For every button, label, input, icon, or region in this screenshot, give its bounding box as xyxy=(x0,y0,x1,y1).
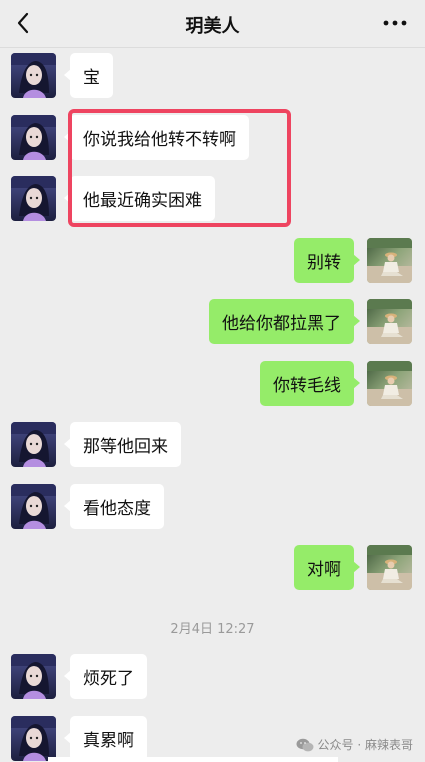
message-bubble-outgoing[interactable]: 你转毛线 xyxy=(260,361,360,406)
self-avatar[interactable] xyxy=(367,545,412,590)
message-bubble-incoming[interactable]: 看他态度 xyxy=(64,484,164,529)
message-bubble-outgoing[interactable]: 别转 xyxy=(294,238,360,283)
contact-avatar[interactable] xyxy=(11,484,56,529)
contact-avatar[interactable] xyxy=(11,654,56,699)
self-avatar[interactable] xyxy=(367,299,412,344)
message-bubble-incoming[interactable]: 宝 xyxy=(64,53,113,98)
message-bubble-incoming[interactable]: 真累啊 xyxy=(64,716,147,761)
watermark: 公众号 · 麻辣表哥 xyxy=(296,736,413,753)
chat-title: 玥美人 xyxy=(185,16,240,37)
watermark-text: 公众号 · 麻辣表哥 xyxy=(317,738,413,752)
contact-avatar[interactable] xyxy=(11,176,56,221)
contact-avatar[interactable] xyxy=(11,53,56,98)
contact-avatar[interactable] xyxy=(11,115,56,160)
self-avatar[interactable] xyxy=(367,238,412,283)
highlight-annotation xyxy=(68,109,291,227)
self-avatar[interactable] xyxy=(367,361,412,406)
top-bar: 玥美人 xyxy=(0,0,425,48)
contact-avatar[interactable] xyxy=(11,422,56,467)
message-timestamp: 2月4日 12:27 xyxy=(170,622,255,637)
next-message-peek xyxy=(48,757,338,762)
contact-avatar[interactable] xyxy=(11,716,56,761)
message-bubble-outgoing[interactable]: 对啊 xyxy=(294,545,360,590)
wechat-official-account-icon xyxy=(296,738,314,751)
message-bubble-outgoing[interactable]: 他给你都拉黑了 xyxy=(209,299,360,344)
message-bubble-incoming[interactable]: 烦死了 xyxy=(64,654,147,699)
more-dots-icon xyxy=(383,20,407,26)
more-button[interactable] xyxy=(379,10,411,36)
message-bubble-incoming[interactable]: 那等他回来 xyxy=(64,422,181,467)
